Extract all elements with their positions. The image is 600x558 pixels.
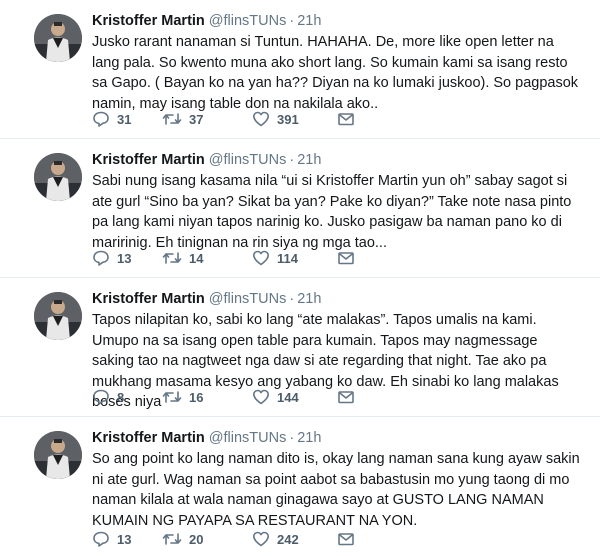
avatar[interactable] [34,292,82,340]
direct-message-button[interactable] [337,249,357,267]
retweet-icon [162,533,182,545]
separator: · [289,430,295,446]
reply-icon [93,389,109,405]
retweet-button[interactable]: 14 [162,249,252,267]
heart-icon [253,531,269,547]
reply-icon [93,250,109,266]
reply-button[interactable]: 13 [92,530,162,548]
separator: · [289,152,295,168]
tweet-actions: 8 16 144 [92,388,357,406]
envelope-icon [338,533,354,546]
user-handle[interactable]: @flinsTUNs [209,430,287,446]
user-handle[interactable]: @flinsTUNs [209,152,287,168]
heart-icon [253,111,269,127]
like-button[interactable]: 242 [252,530,337,548]
envelope-icon [338,391,354,404]
envelope-icon [338,113,354,126]
tweet[interactable]: Kristoffer Martin @flinsTUNs · 21h Jusko ra… [0,0,600,139]
tweet[interactable]: Kristoffer Martin @flinsTUNs · 21h So ang p… [0,417,600,558]
timestamp[interactable]: 21h [297,430,321,446]
avatar[interactable] [34,14,82,62]
display-name[interactable]: Kristoffer Martin [92,291,205,307]
heart-icon [253,389,269,405]
retweet-button[interactable]: 37 [162,110,252,128]
timestamp[interactable]: 21h [297,152,321,168]
user-handle[interactable]: @flinsTUNs [209,13,287,29]
like-count: 242 [277,531,299,547]
display-name[interactable]: Kristoffer Martin [92,13,205,29]
reply-button[interactable]: 13 [92,249,162,267]
envelope-icon [338,252,354,265]
like-button[interactable]: 391 [252,110,337,128]
reply-icon [93,531,109,547]
separator: · [289,291,295,307]
direct-message-button[interactable] [337,388,357,406]
tweet[interactable]: Kristoffer Martin @flinsTUNs · 21h Tapos ni… [0,278,600,417]
timestamp[interactable]: 21h [297,291,321,307]
avatar[interactable] [34,153,82,201]
retweet-count: 14 [189,250,204,266]
like-button[interactable]: 114 [252,249,337,267]
retweet-count: 37 [189,111,204,127]
reply-count: 8 [117,389,125,405]
like-button[interactable]: 144 [252,388,337,406]
avatar[interactable] [34,431,82,479]
direct-message-button[interactable] [337,110,357,128]
retweet-count: 20 [189,531,204,547]
retweet-button[interactable]: 20 [162,530,252,548]
display-name[interactable]: Kristoffer Martin [92,430,205,446]
tweet[interactable]: Kristoffer Martin @flinsTUNs · 21h Sabi nun… [0,139,600,278]
retweet-icon [162,252,182,264]
reply-icon [93,111,109,127]
reply-count: 31 [117,111,132,127]
like-count: 144 [277,389,299,405]
tweet-actions: 13 14 114 [92,249,357,267]
timestamp[interactable]: 21h [297,13,321,29]
like-count: 391 [277,111,299,127]
direct-message-button[interactable] [337,530,357,548]
user-handle[interactable]: @flinsTUNs [209,291,287,307]
like-count: 114 [277,250,298,266]
heart-icon [253,250,269,266]
tweet-text: So ang point ko lang naman dito is, okay… [92,451,580,529]
reply-count: 13 [117,531,132,547]
timeline: Kristoffer Martin @flinsTUNs · 21h Jusko ra… [0,0,600,558]
retweet-icon [162,391,182,403]
display-name[interactable]: Kristoffer Martin [92,152,205,168]
reply-button[interactable]: 31 [92,110,162,128]
retweet-count: 16 [189,389,204,405]
retweet-icon [162,113,182,125]
separator: · [289,13,295,29]
tweet-text: Jusko rarant nanaman si Tuntun. HAHAHA. … [92,34,579,112]
retweet-button[interactable]: 16 [162,388,252,406]
reply-count: 13 [117,250,132,266]
reply-button[interactable]: 8 [92,388,162,406]
tweet-text: Sabi nung isang kasama nila “ui si Krist… [92,173,572,251]
tweet-actions: 31 37 391 [92,110,357,128]
tweet-actions: 13 20 242 [92,530,357,548]
